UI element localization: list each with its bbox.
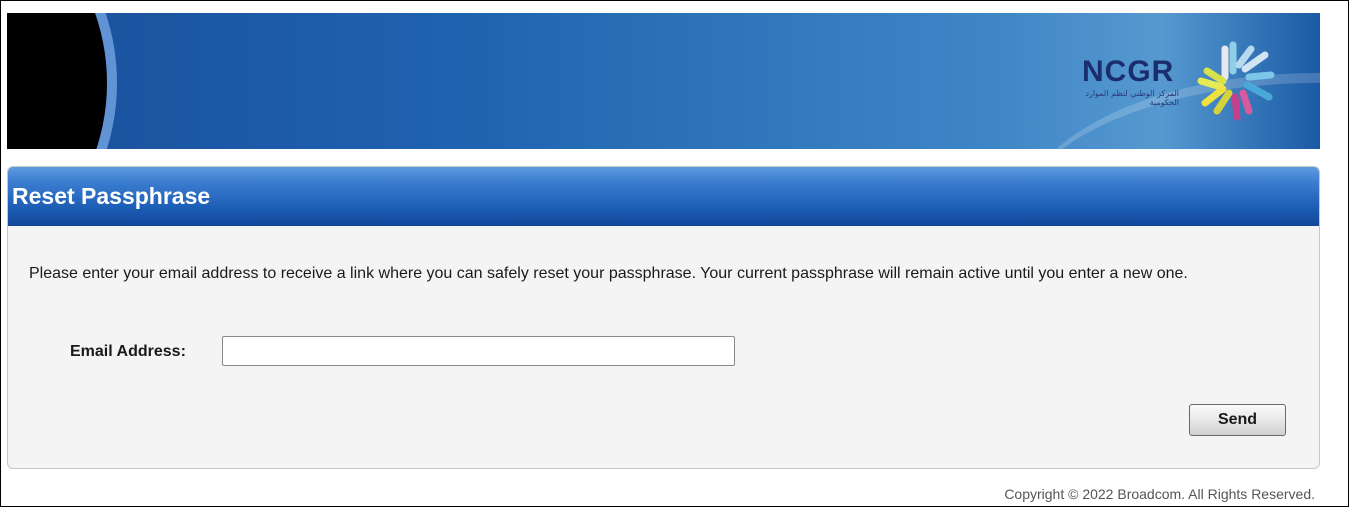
- header-banner: NCGR المركز الوطني لنظم الموارد الحكومية: [7, 13, 1320, 149]
- banner-dark-arc: [7, 13, 107, 149]
- email-field[interactable]: [222, 336, 735, 366]
- logo-text: NCGR: [1082, 55, 1175, 88]
- reset-passphrase-panel: Reset Passphrase Please enter your email…: [7, 166, 1320, 469]
- copyright-text: Copyright © 2022 Broadcom. All Rights Re…: [1004, 486, 1315, 502]
- send-button[interactable]: Send: [1189, 404, 1286, 436]
- page-frame: NCGR المركز الوطني لنظم الموارد الحكومية: [0, 0, 1349, 507]
- instructions-text: Please enter your email address to recei…: [29, 265, 1188, 282]
- ncgr-star-logo-icon: [1197, 41, 1275, 121]
- ncgr-logo: NCGR المركز الوطني لنظم الموارد الحكومية: [1072, 41, 1302, 121]
- email-label: Email Address:: [70, 343, 186, 360]
- logo-arabic-text: المركز الوطني لنظم الموارد الحكومية: [1085, 89, 1179, 107]
- panel-title: Reset Passphrase: [8, 167, 1319, 226]
